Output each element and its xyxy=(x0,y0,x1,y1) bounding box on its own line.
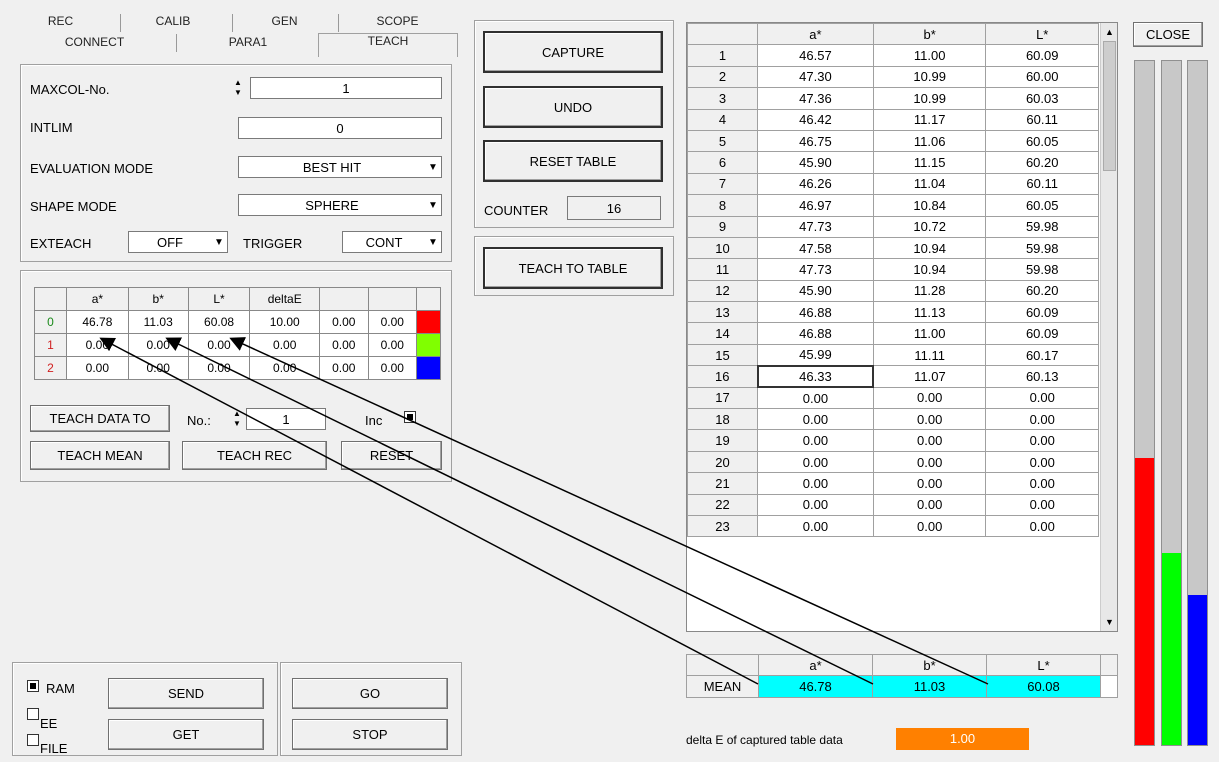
arrow-overlay xyxy=(99,337,989,685)
arrow-l xyxy=(229,337,989,685)
arrow-a xyxy=(99,337,759,685)
arrow-b xyxy=(165,337,874,685)
